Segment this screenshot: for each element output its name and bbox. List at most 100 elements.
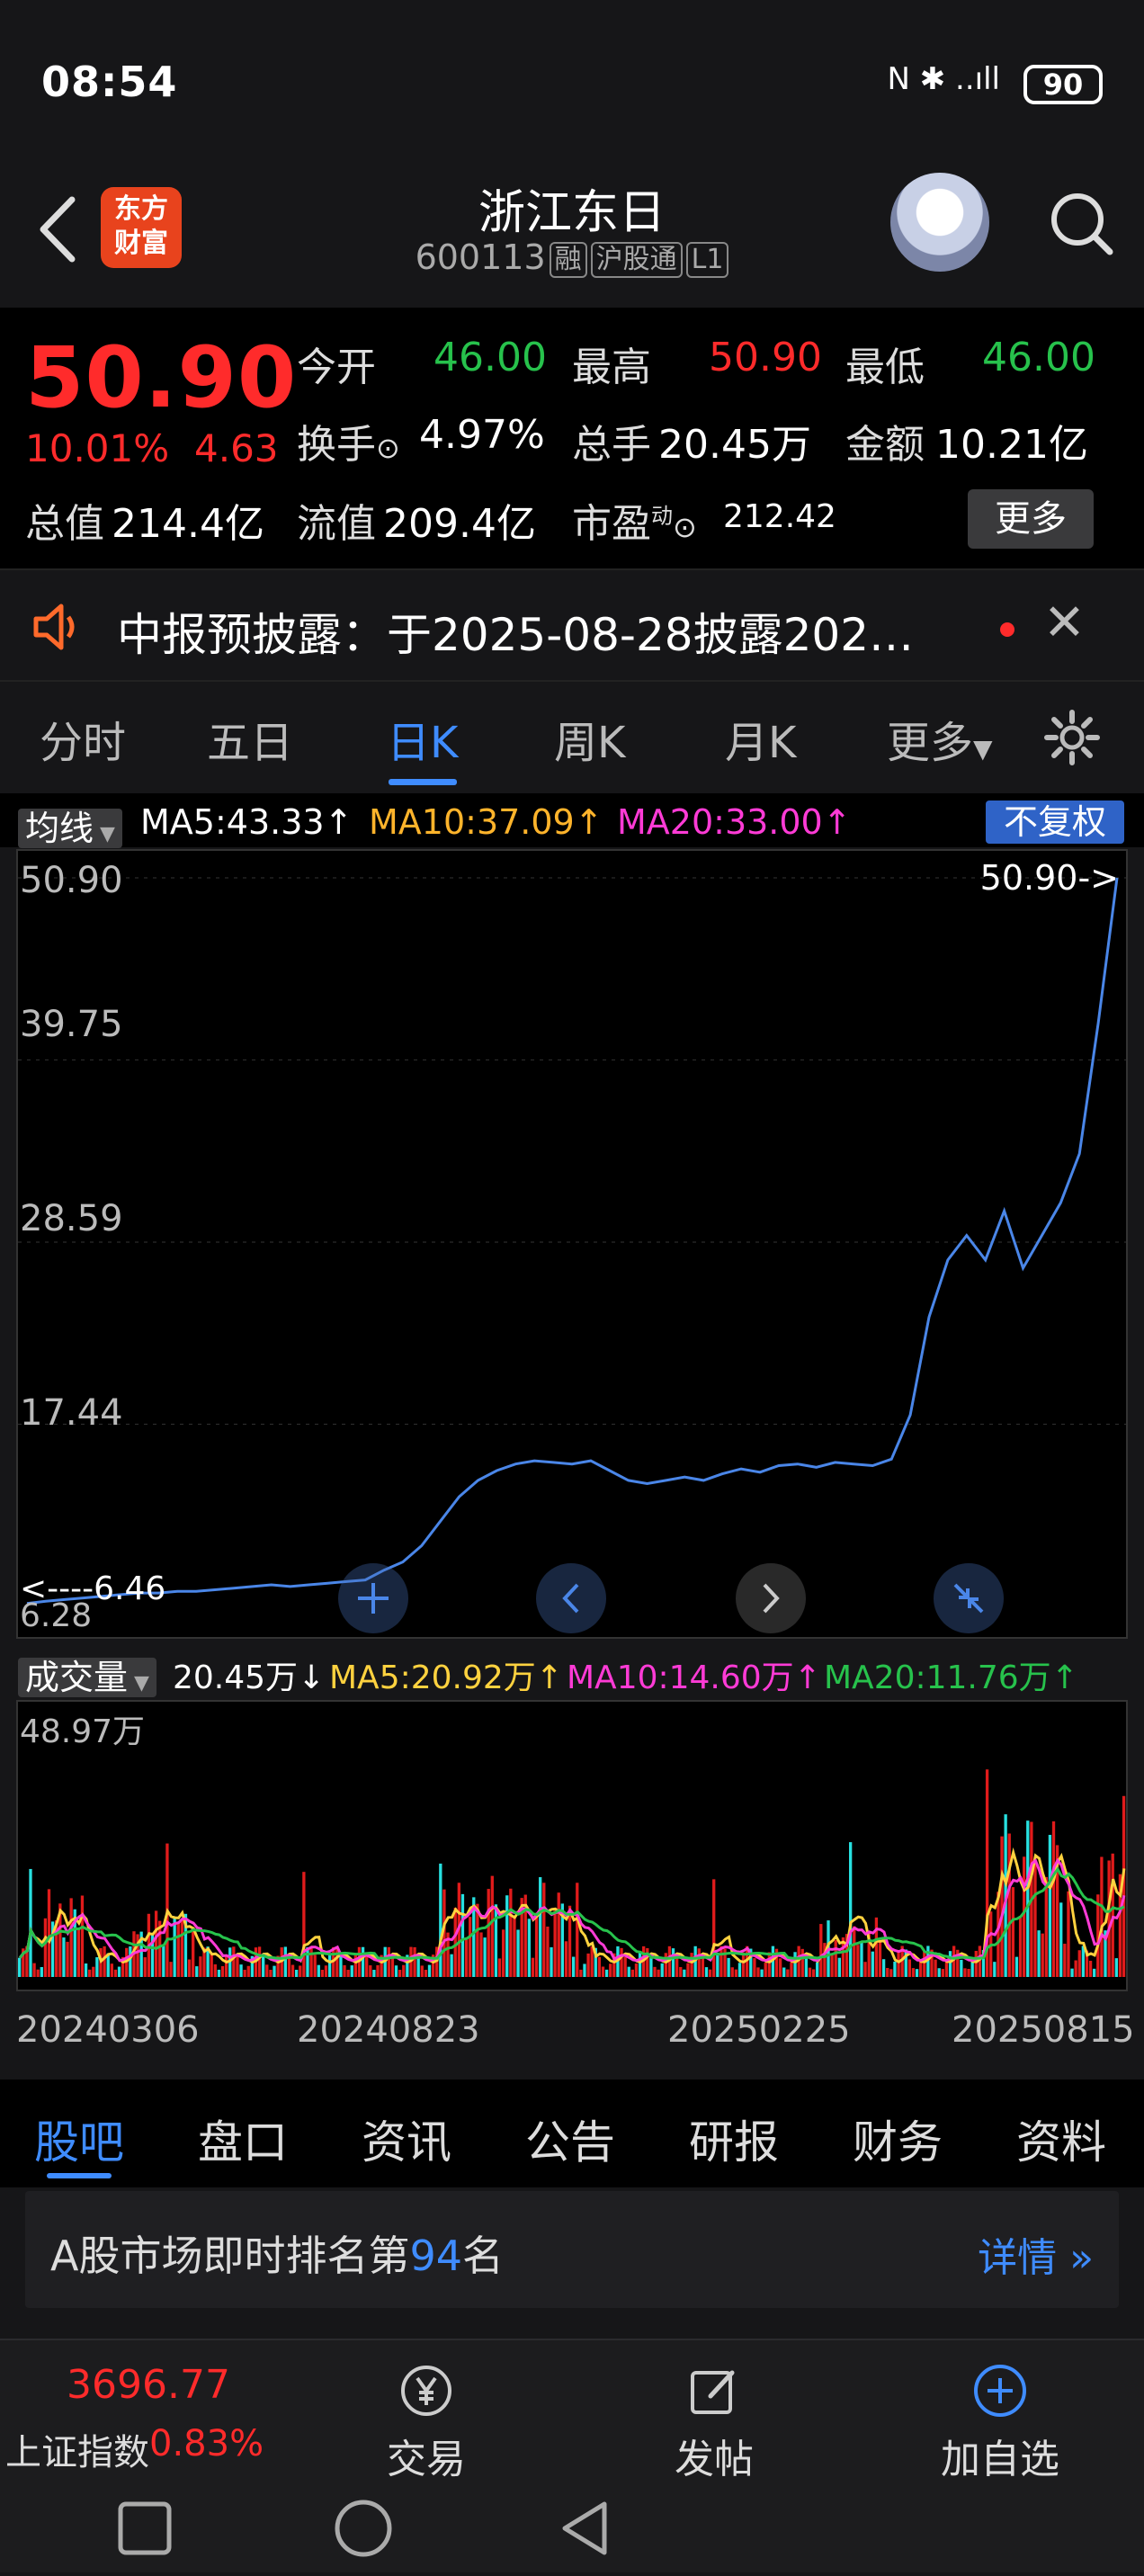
volume-bar bbox=[719, 1945, 723, 1977]
volume-bar bbox=[180, 1920, 183, 1977]
volume-bar bbox=[232, 1946, 236, 1977]
rank-detail-link[interactable]: 详情 » bbox=[978, 2225, 1094, 2283]
home-icon bbox=[335, 2500, 392, 2557]
low-value: 46.00 bbox=[982, 335, 1095, 380]
tab-news[interactable]: 资讯 bbox=[362, 2106, 451, 2171]
volume-bar bbox=[708, 1969, 712, 1977]
tab-profile[interactable]: 资料 bbox=[1016, 2106, 1106, 2171]
volume-bar bbox=[572, 1956, 576, 1977]
tab-more[interactable]: 更多▼ bbox=[887, 707, 993, 770]
tab-weekly-k[interactable]: 周K bbox=[554, 707, 625, 770]
scroll-left-button[interactable] bbox=[536, 1563, 606, 1633]
close-icon[interactable]: ✕ bbox=[1043, 594, 1086, 652]
volume-bar bbox=[1077, 1950, 1081, 1977]
volume-bar bbox=[1007, 1833, 1011, 1977]
tab-announcements[interactable]: 公告 bbox=[525, 2106, 615, 2171]
tab-research[interactable]: 研报 bbox=[689, 2106, 779, 2171]
price-chart[interactable]: 50.90 39.75 28.59 17.44 6.28 50.90-> <--… bbox=[16, 849, 1128, 1639]
index-name[interactable]: 上证指数 bbox=[5, 2423, 149, 2475]
volume-bar bbox=[620, 1947, 623, 1977]
volume-bar bbox=[907, 1959, 912, 1977]
volume-selector[interactable]: 成交量 ▼ bbox=[18, 1650, 156, 1699]
settings-gear-icon[interactable] bbox=[1043, 709, 1101, 770]
volume-bar bbox=[372, 1970, 376, 1977]
index-pct[interactable]: 0.83% bbox=[149, 2423, 264, 2464]
volume-bar bbox=[265, 1964, 269, 1977]
volume-bar bbox=[469, 1917, 472, 1977]
yen-circle-icon bbox=[398, 2362, 455, 2419]
volume-bar bbox=[376, 1964, 380, 1977]
notice-banner[interactable]: 中报预披露：于2025-08-28披露202… ✕ bbox=[0, 568, 1144, 682]
open-value: 46.00 bbox=[433, 335, 547, 380]
volume-bar bbox=[509, 1888, 513, 1977]
volume-bar bbox=[837, 1957, 841, 1977]
volume-bar bbox=[630, 1969, 635, 1977]
volume-bar bbox=[553, 1910, 557, 1977]
volume-bar bbox=[993, 1962, 997, 1977]
volume-bar bbox=[62, 1937, 66, 1977]
volume-bar bbox=[623, 1956, 627, 1977]
volume-bar bbox=[1111, 1853, 1114, 1977]
ma20-value: MA20:33.00↑ bbox=[617, 802, 852, 842]
post-button[interactable]: 发帖 bbox=[633, 2362, 795, 2484]
bottom-action-bar: 3696.77 上证指数 0.83% 交易 发帖 加自选 bbox=[0, 2339, 1144, 2491]
volume-bar bbox=[483, 1937, 487, 1977]
volume-bar bbox=[790, 1962, 793, 1977]
volume-bar bbox=[80, 1895, 85, 1977]
volume-bar bbox=[369, 1965, 372, 1977]
volume-bar bbox=[712, 1879, 716, 1977]
volume-chart[interactable]: 48.97万 bbox=[16, 1700, 1128, 1991]
tab-five-day[interactable]: 五日 bbox=[207, 707, 293, 770]
volume-bar bbox=[487, 1889, 490, 1977]
rank-bar[interactable]: A股市场即时排名第94名 详情 » bbox=[25, 2191, 1119, 2308]
volume-bar bbox=[1100, 1856, 1104, 1977]
volume-bar bbox=[302, 1872, 306, 1977]
crosshair-button[interactable] bbox=[338, 1563, 408, 1633]
tab-orderbook[interactable]: 盘口 bbox=[198, 2106, 288, 2171]
add-watchlist-button[interactable]: 加自选 bbox=[919, 2362, 1081, 2484]
volume-bar bbox=[970, 1961, 974, 1977]
volume-bar bbox=[683, 1969, 686, 1977]
scroll-right-button[interactable] bbox=[736, 1563, 806, 1633]
trade-button[interactable]: 交易 bbox=[345, 2362, 507, 2484]
volume-bar bbox=[671, 1948, 675, 1977]
adjust-button[interactable]: 不复权 bbox=[986, 801, 1124, 844]
volume-bar bbox=[343, 1964, 346, 1977]
assistant-robot-icon[interactable] bbox=[890, 173, 989, 272]
volume-bar bbox=[210, 1954, 213, 1977]
tab-forum[interactable]: 股吧 bbox=[34, 2106, 124, 2171]
index-value[interactable]: 3696.77 bbox=[67, 2362, 230, 2408]
volume-bar bbox=[923, 1951, 926, 1977]
price-line-svg bbox=[18, 877, 1126, 1606]
volume-label: 总手 bbox=[572, 422, 651, 468]
volume-bar bbox=[874, 1917, 879, 1977]
tab-intraday[interactable]: 分时 bbox=[40, 707, 126, 770]
volume-bar bbox=[697, 1948, 701, 1977]
volume-bar bbox=[479, 1932, 483, 1977]
volume-bar bbox=[830, 1954, 834, 1977]
volume-bar bbox=[967, 1969, 970, 1977]
amount-label: 金额 bbox=[845, 422, 925, 468]
volume-bar bbox=[290, 1964, 295, 1977]
tab-monthly-k[interactable]: 月K bbox=[725, 707, 796, 770]
volume-bar bbox=[675, 1957, 679, 1977]
more-button[interactable]: 更多 bbox=[968, 489, 1094, 549]
tab-financials[interactable]: 财务 bbox=[853, 2106, 943, 2171]
volume-bar bbox=[753, 1958, 756, 1977]
date-label-0: 20240306 bbox=[16, 2009, 200, 2051]
volume-bar bbox=[834, 1940, 837, 1977]
volume-bar bbox=[169, 1962, 173, 1977]
zoom-out-button[interactable] bbox=[934, 1563, 1004, 1633]
volume-bar bbox=[224, 1955, 228, 1977]
volume-bar bbox=[453, 1907, 457, 1977]
search-button[interactable] bbox=[1045, 178, 1117, 268]
volume-bar bbox=[306, 1946, 309, 1977]
ma-selector[interactable]: 均线 ▼ bbox=[18, 801, 122, 850]
vol-ma20-value: MA20:11.76万↑ bbox=[824, 1659, 1078, 1696]
tab-daily-k[interactable]: 日K bbox=[387, 707, 458, 770]
volume-bar bbox=[176, 1921, 180, 1977]
volume-bar bbox=[893, 1962, 897, 1977]
volume-bar bbox=[283, 1946, 287, 1977]
battery-icon: 90 bbox=[1023, 65, 1103, 104]
latest-price-marker: 50.90-> bbox=[979, 858, 1119, 898]
